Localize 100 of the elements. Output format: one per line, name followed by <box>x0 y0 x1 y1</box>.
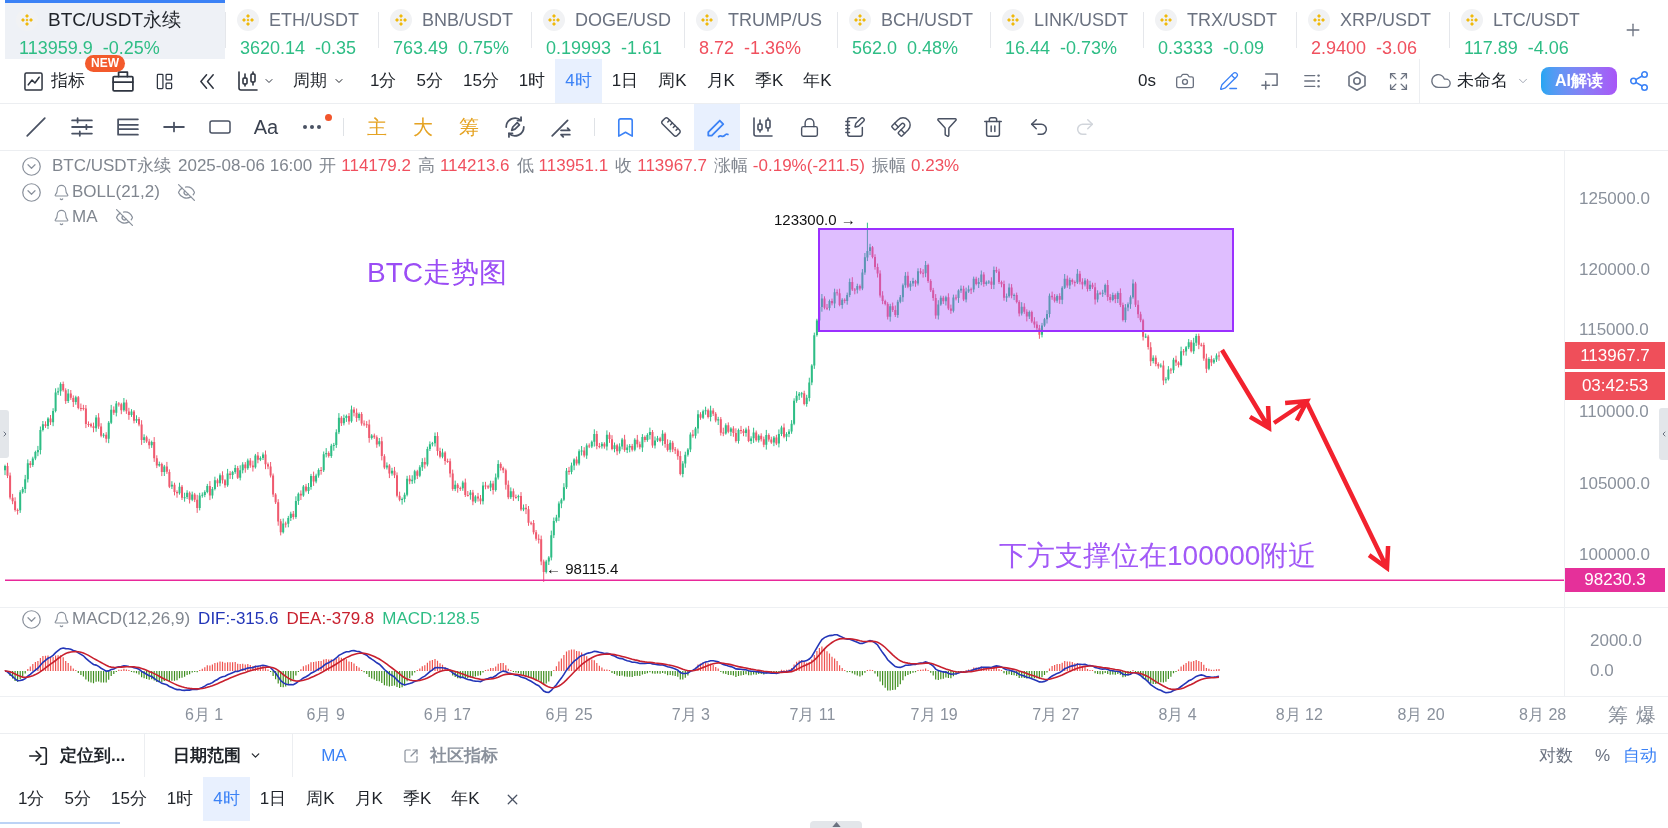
price-axis-label: 115000.0 <box>1579 320 1649 340</box>
eye-off-icon[interactable] <box>114 207 134 227</box>
period-dropdown[interactable]: 周期 <box>293 68 345 94</box>
interval-tab[interactable]: 季K <box>744 59 794 103</box>
bell-icon[interactable] <box>53 610 70 628</box>
bell-icon[interactable] <box>53 208 70 226</box>
rewind-icon[interactable] <box>198 71 217 91</box>
price-axis-label: 100000.0 <box>1579 545 1650 565</box>
settings-icon[interactable] <box>1347 71 1367 91</box>
interval-tab[interactable]: 15分 <box>452 59 509 103</box>
add-frame-icon[interactable] <box>1260 71 1279 91</box>
interval-tab[interactable]: 1日 <box>249 777 297 821</box>
indicator-name: BOLL(21,2) <box>72 181 160 204</box>
macd-axis-label: 2000.0 <box>1590 631 1642 651</box>
interval-tab[interactable]: 1分 <box>8 777 55 821</box>
interval-tab[interactable]: 年K <box>441 777 490 821</box>
scale-option[interactable]: 对数 <box>1538 742 1573 769</box>
collapse-icon[interactable] <box>21 181 42 203</box>
ticker-price: 8.72 <box>699 37 735 60</box>
collapse-icon[interactable] <box>21 155 42 177</box>
ticker-symbol: LTC/USDT <box>1493 9 1580 32</box>
interval-tab[interactable]: 1时 <box>508 59 556 103</box>
legend-value: -0.19%(-211.5) <box>752 155 865 178</box>
caret-up-icon <box>831 822 841 827</box>
ticker-tab[interactable]: LINK/USDT 16.44 -0.73% <box>991 0 1143 59</box>
chart-title-note[interactable]: BTC走势图 <box>367 257 507 289</box>
highlight-rectangle[interactable] <box>818 228 1234 332</box>
ticker-tab[interactable]: BCH/USDT 562.0 0.48% <box>838 0 990 59</box>
new-badge: NEW <box>85 55 125 72</box>
ticker-change: -0.73% <box>1060 37 1118 60</box>
share-icon[interactable] <box>1628 70 1650 92</box>
side-panel-handle[interactable] <box>0 410 9 458</box>
interval-tab[interactable]: 周K <box>296 777 345 821</box>
chart-type-dropdown[interactable] <box>236 69 275 93</box>
ticker-tab[interactable]: TRX/USDT 0.3333 -0.09 <box>1144 0 1296 59</box>
interval-tab[interactable]: 5分 <box>406 59 453 103</box>
legend-label: 开 <box>319 155 337 178</box>
ticker-symbol: XRP/USDT <box>1340 9 1431 32</box>
interval-tab[interactable]: 5分 <box>54 777 101 821</box>
bell-icon[interactable] <box>53 183 70 201</box>
ticker-change: 0.48% <box>907 37 959 60</box>
side-panel-handle[interactable] <box>1659 408 1668 460</box>
layout-dropdown[interactable]: 未命名 <box>1430 68 1530 94</box>
ticker-change: -0.25% <box>102 37 160 58</box>
ticker-tab[interactable]: TRUMP/US 8.72 -1.36% <box>685 0 837 59</box>
ticker-price: 2.9400 <box>1311 37 1367 60</box>
ticker-tab[interactable]: BNB/USDT 763.49 0.75% <box>379 0 531 59</box>
ticker-symbol: BTC/USDT永续 <box>48 8 181 32</box>
collapse-icon[interactable] <box>21 608 42 630</box>
eye-off-icon[interactable] <box>176 182 196 202</box>
fullscreen-icon[interactable] <box>1388 70 1409 92</box>
ticker-tab[interactable]: ETH/USDT 3620.14 -0.35 <box>226 0 378 59</box>
camera-icon[interactable] <box>1175 71 1195 91</box>
interval-tab[interactable]: 周K <box>648 59 697 103</box>
time-axis-label: 7月 19 <box>910 705 958 725</box>
price-level-line[interactable] <box>4 579 1564 582</box>
undo-icon[interactable] <box>1028 116 1050 138</box>
interval-tab[interactable]: 1分 <box>360 59 407 103</box>
level-price-label: 98230.3 <box>1565 568 1665 592</box>
interval-tab[interactable]: 季K <box>392 777 442 821</box>
interval-tab[interactable]: 年K <box>793 59 842 103</box>
timer-label: 0s <box>1138 70 1156 93</box>
legend-value: 114213.6 <box>439 155 510 178</box>
line-swap-icon <box>550 116 572 138</box>
scale-option[interactable]: % <box>1594 742 1610 769</box>
interval-tab[interactable]: 1日 <box>601 59 649 103</box>
ticker-change: -3.06 <box>1376 37 1418 60</box>
ticker-tab[interactable]: LTC/USDT 117.89 -4.06 <box>1450 0 1602 59</box>
ticker-price: 16.44 <box>1005 37 1051 60</box>
indicator-name: MA <box>72 206 98 229</box>
trend-arrow[interactable] <box>1271 398 1311 426</box>
legend-label: 高 <box>417 155 435 178</box>
price-axis-label: 105000.0 <box>1579 473 1650 494</box>
expand-tab[interactable] <box>810 821 862 828</box>
interval-tab[interactable]: 月K <box>696 59 745 103</box>
date-range-dropdown[interactable]: 日期范围 <box>173 742 263 769</box>
ticker-symbol: LINK/USDT <box>1034 9 1129 32</box>
scrollbar-thumb[interactable] <box>0 822 120 824</box>
interval-tab[interactable]: 1时 <box>156 777 204 821</box>
briefcase-icon[interactable] <box>112 70 134 92</box>
indicator-tab[interactable]: MA <box>321 742 347 769</box>
price-axis-label: 110000.0 <box>1579 402 1649 423</box>
ticker-tab[interactable]: XRP/USDT 2.9400 -3.06 <box>1297 0 1449 59</box>
interval-tab[interactable]: 15分 <box>100 777 157 821</box>
indicator-value: DIF:-315.6 <box>198 608 279 631</box>
coin-icon <box>1461 9 1483 31</box>
layout-icon[interactable] <box>155 71 174 91</box>
text-tool[interactable]: Aa <box>243 104 289 150</box>
trend-arrow[interactable] <box>1219 347 1272 432</box>
scale-option[interactable]: 自动 <box>1623 742 1657 769</box>
ticker-tab[interactable]: BTC/USDT永续 113959.9 -0.25% <box>5 0 225 59</box>
external-link-icon <box>402 747 419 764</box>
time-axis-label: 8月 12 <box>1275 705 1323 725</box>
locate-button[interactable]: 定位到... <box>27 742 126 769</box>
interval-tab[interactable]: 月K <box>344 777 393 821</box>
ticker-tab[interactable]: DOGE/USD 0.19993 -1.61 <box>532 0 684 59</box>
list-icon[interactable] <box>1303 72 1321 90</box>
pencil-icon[interactable] <box>1219 71 1239 91</box>
support-note[interactable]: 下方支撑位在100000附近 <box>999 540 1317 572</box>
time-axis-label: 8月 20 <box>1397 705 1445 725</box>
